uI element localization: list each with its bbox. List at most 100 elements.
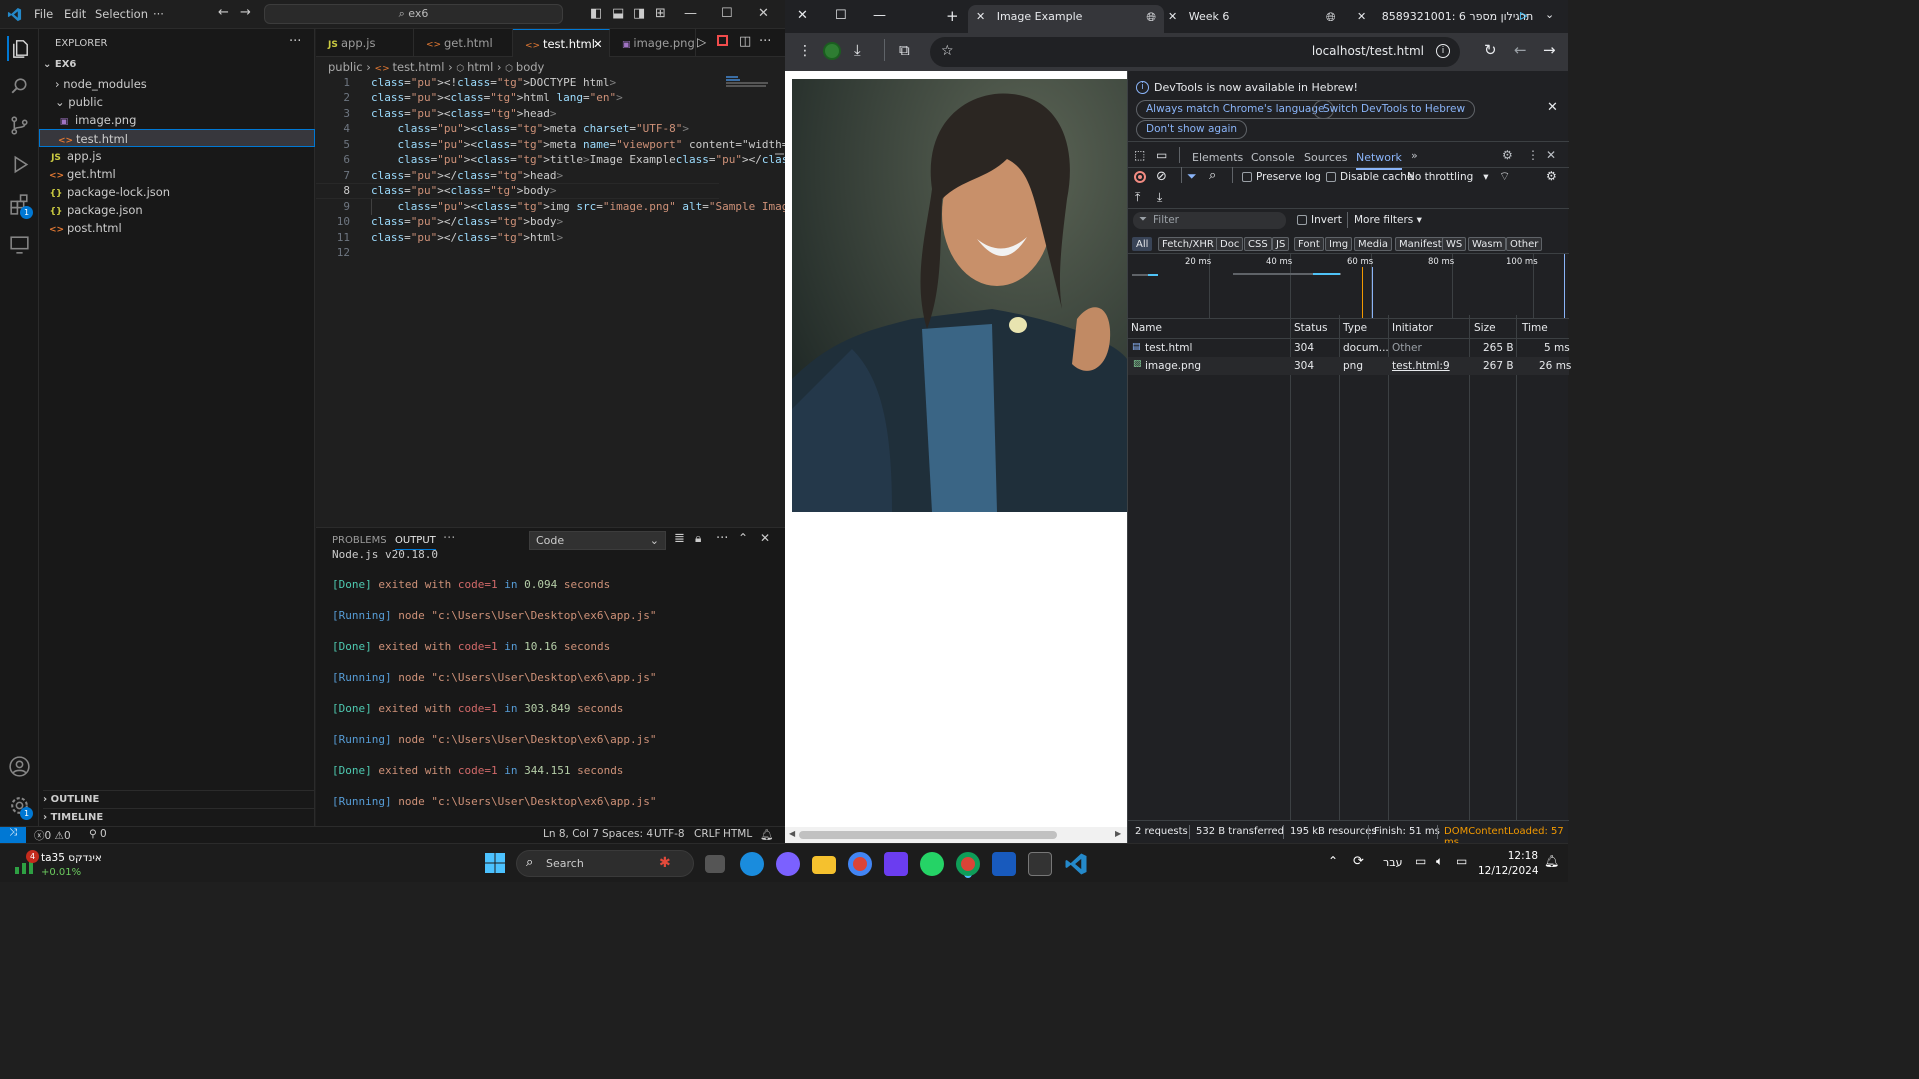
column-time[interactable]: Time [1522, 322, 1548, 334]
accounts-icon[interactable] [7, 754, 32, 779]
network-icon[interactable]: ▭ [1415, 854, 1426, 868]
split-editor-icon[interactable]: ◫ [739, 34, 751, 49]
switch-language-button[interactable]: Switch DevTools to Hebrew [1313, 100, 1476, 119]
file-explorer-icon[interactable] [812, 856, 836, 874]
tab-week-6[interactable]: ✕ Week 6 🌐︎ [1168, 5, 1338, 33]
extension-icon[interactable] [823, 42, 841, 60]
stock-widget[interactable]: 4 ta35 אינדקס +0.01% [14, 850, 104, 880]
clock-time[interactable]: 12:18 [1483, 850, 1538, 862]
stop-icon[interactable] [717, 35, 728, 46]
site-info-icon[interactable]: i [1436, 44, 1450, 58]
tree-item-package-json[interactable]: {} package.json [49, 201, 143, 219]
word-icon[interactable] [992, 852, 1016, 876]
chrome-active-icon[interactable] [956, 852, 980, 876]
filter-js[interactable]: JS [1272, 237, 1290, 251]
tab-exercise-6[interactable]: ✕ תרגילון מספר 6 :8589321001 ᐅ [1357, 5, 1537, 33]
menu-more[interactable]: ··· [153, 7, 164, 21]
filter-wasm[interactable]: Wasm [1468, 237, 1507, 251]
code-editor[interactable]: 1 2 3 4 5 6 7 8 9 10 11 12 class="pu"><!… [316, 75, 785, 525]
output-content[interactable]: Node.js v20.18.0 [Done] exited with code… [316, 550, 785, 827]
close-window-icon[interactable]: ✕ [758, 6, 769, 21]
breadcrumb-body[interactable]: body [516, 60, 544, 74]
close-devtools-icon[interactable]: ✕ [1546, 148, 1556, 162]
back-arrow-icon[interactable]: → [1543, 41, 1556, 59]
preserve-log-checkbox[interactable] [1242, 172, 1252, 182]
tree-item-package-lock[interactable]: {} package-lock.json [49, 183, 171, 201]
line-ending[interactable]: CRLF [694, 828, 721, 840]
battery-icon[interactable]: ▭ [1456, 854, 1467, 868]
filter-all[interactable]: All [1132, 237, 1153, 251]
encoding[interactable]: UTF-8 [654, 828, 685, 840]
tab-app-js[interactable]: JS app.js [316, 29, 414, 57]
filter-other[interactable]: Other [1506, 237, 1543, 251]
filter-fetch-xhr[interactable]: Fetch/XHR [1158, 237, 1218, 251]
scroll-left-icon[interactable]: ◀ [789, 829, 795, 838]
output-channel-select[interactable]: Code ⌄ [529, 531, 666, 550]
tab-get-html[interactable]: <> get.html [414, 29, 513, 57]
filter-input[interactable]: ⏷ Filter [1133, 212, 1286, 229]
customize-layout-icon[interactable]: ⊞ [655, 6, 666, 21]
close-tab-icon[interactable]: ✕ [593, 30, 603, 58]
tab-search-icon[interactable]: ⌄ [1545, 8, 1554, 21]
toggle-secondary-sidebar-icon[interactable]: ◨ [633, 6, 645, 21]
minimize-icon[interactable]: — [684, 6, 697, 21]
panel-more-icon[interactable]: ··· [443, 531, 455, 546]
tree-item-app-js[interactable]: JS app.js [49, 147, 101, 165]
overview-handle[interactable] [1564, 254, 1568, 318]
customize-menu-icon[interactable]: ⋮ [1527, 148, 1539, 162]
column-name[interactable]: Name [1131, 322, 1162, 334]
chrome-icon[interactable] [848, 852, 872, 876]
filter-doc[interactable]: Doc [1216, 237, 1244, 251]
run-debug-icon[interactable] [7, 152, 32, 177]
clear-icon[interactable]: ⊘ [1156, 169, 1167, 184]
tab-sources[interactable]: Sources [1304, 151, 1348, 164]
network-overview[interactable]: 20 ms 40 ms 60 ms 80 ms 100 ms [1128, 254, 1569, 318]
terminal-icon[interactable] [1028, 852, 1052, 876]
maximize-icon[interactable]: ☐ [835, 8, 847, 23]
filter-icon[interactable]: ⏷ [1187, 169, 1197, 184]
filter-img[interactable]: Img [1325, 237, 1353, 251]
remote-indicator-icon[interactable]: ⤨ [0, 827, 26, 843]
column-status[interactable]: Status [1294, 322, 1327, 334]
toggle-sidebar-icon[interactable]: ◧ [590, 6, 602, 21]
address-bar[interactable]: ☆ localhost/test.html i [930, 37, 1460, 67]
menu-file[interactable]: File [34, 7, 53, 21]
network-conditions-icon[interactable]: ⌔ [1499, 169, 1510, 184]
invert-checkbox[interactable] [1297, 215, 1307, 225]
minimize-icon[interactable]: — [873, 8, 886, 23]
input-language[interactable]: עבר [1383, 856, 1402, 869]
back-arrow-icon[interactable]: ← [218, 5, 229, 20]
problems-indicator[interactable]: ⓧ0 ⚠0 [34, 828, 71, 843]
vscode-icon[interactable] [1064, 852, 1088, 876]
reload-icon[interactable]: ↻ [1484, 41, 1497, 59]
tab-problems[interactable]: PROBLEMS [332, 535, 387, 546]
scroll-right-icon[interactable]: ▶ [1115, 829, 1121, 838]
throttling-select[interactable]: No throttling ▾ [1407, 171, 1489, 183]
initiator-link[interactable]: test.html:9 [1392, 360, 1450, 372]
cursor-position[interactable]: Ln 8, Col 7 [543, 828, 599, 840]
bell-icon[interactable]: 🔔︎ [760, 828, 773, 841]
more-tabs-icon[interactable]: » [1411, 149, 1418, 162]
search-icon[interactable] [7, 74, 32, 99]
extensions-puzzle-icon[interactable]: ⧉ [899, 41, 910, 59]
clear-output-icon[interactable]: ≣ [674, 531, 685, 546]
table-row[interactable]: ▤ test.html 304 docum... Other 265 B 5 m… [1128, 339, 1570, 357]
tree-item-node-modules[interactable]: › node_modules [55, 75, 147, 93]
tab-output[interactable]: OUTPUT [395, 535, 436, 550]
url-text[interactable]: localhost/test.html [1312, 44, 1424, 58]
explorer-icon[interactable] [7, 36, 32, 61]
chrome-menu-icon[interactable]: ⋮ [798, 43, 812, 59]
task-view-icon[interactable] [705, 855, 725, 873]
close-tab-icon[interactable]: ✕ [1168, 10, 1177, 23]
disable-cache-checkbox[interactable] [1326, 172, 1336, 182]
new-tab-icon[interactable]: + [946, 7, 959, 25]
breadcrumb-file[interactable]: test.html [392, 60, 444, 74]
breadcrumb-folder[interactable]: public [328, 60, 363, 74]
column-size[interactable]: Size [1474, 322, 1496, 334]
device-toolbar-icon[interactable]: ▭ [1156, 148, 1167, 162]
lock-icon[interactable]: 🔒︎ [695, 531, 701, 546]
edge-icon[interactable] [740, 852, 764, 876]
chevron-up-icon[interactable]: ⌃ [1328, 854, 1338, 868]
tab-image-example[interactable]: ✕ Image Example 🌐︎ [968, 5, 1164, 33]
source-control-icon[interactable] [7, 113, 32, 138]
